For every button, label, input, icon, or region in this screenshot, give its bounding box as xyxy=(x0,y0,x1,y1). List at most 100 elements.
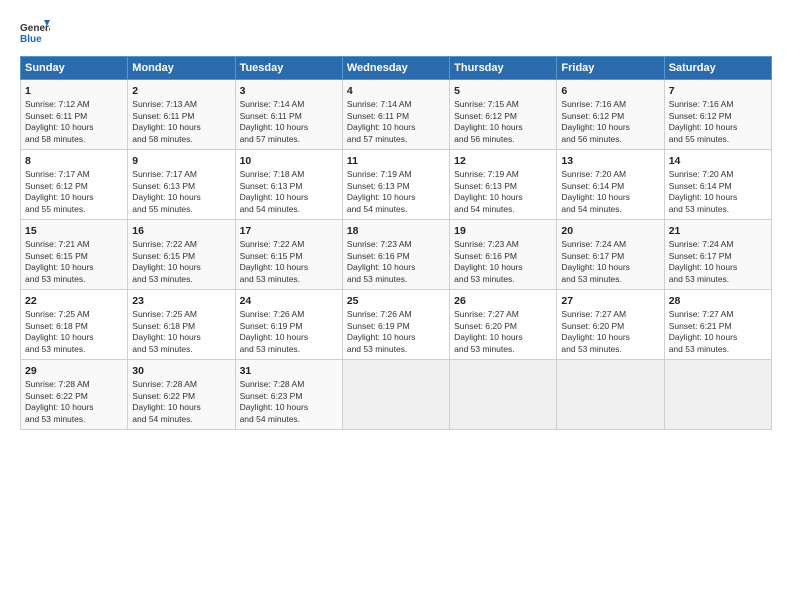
day-info: Sunrise: 7:19 AM Sunset: 6:13 PM Dayligh… xyxy=(454,169,552,215)
day-cell-27: 27Sunrise: 7:27 AM Sunset: 6:20 PM Dayli… xyxy=(557,290,664,360)
week-row-1: 1Sunrise: 7:12 AM Sunset: 6:11 PM Daylig… xyxy=(21,80,772,150)
week-row-3: 15Sunrise: 7:21 AM Sunset: 6:15 PM Dayli… xyxy=(21,220,772,290)
day-cell-empty xyxy=(342,360,449,430)
day-number: 1 xyxy=(25,84,123,98)
day-number: 10 xyxy=(240,154,338,168)
day-info: Sunrise: 7:16 AM Sunset: 6:12 PM Dayligh… xyxy=(669,99,767,145)
day-number: 31 xyxy=(240,364,338,378)
day-info: Sunrise: 7:16 AM Sunset: 6:12 PM Dayligh… xyxy=(561,99,659,145)
day-cell-26: 26Sunrise: 7:27 AM Sunset: 6:20 PM Dayli… xyxy=(450,290,557,360)
col-header-tuesday: Tuesday xyxy=(235,57,342,80)
day-number: 7 xyxy=(669,84,767,98)
col-header-sunday: Sunday xyxy=(21,57,128,80)
day-info: Sunrise: 7:14 AM Sunset: 6:11 PM Dayligh… xyxy=(240,99,338,145)
day-number: 5 xyxy=(454,84,552,98)
day-cell-30: 30Sunrise: 7:28 AM Sunset: 6:22 PM Dayli… xyxy=(128,360,235,430)
day-number: 15 xyxy=(25,224,123,238)
day-number: 21 xyxy=(669,224,767,238)
day-number: 6 xyxy=(561,84,659,98)
day-cell-1: 1Sunrise: 7:12 AM Sunset: 6:11 PM Daylig… xyxy=(21,80,128,150)
day-cell-8: 8Sunrise: 7:17 AM Sunset: 6:12 PM Daylig… xyxy=(21,150,128,220)
col-header-thursday: Thursday xyxy=(450,57,557,80)
day-number: 3 xyxy=(240,84,338,98)
logo: General Blue xyxy=(20,18,50,48)
day-info: Sunrise: 7:18 AM Sunset: 6:13 PM Dayligh… xyxy=(240,169,338,215)
day-info: Sunrise: 7:17 AM Sunset: 6:12 PM Dayligh… xyxy=(25,169,123,215)
day-cell-13: 13Sunrise: 7:20 AM Sunset: 6:14 PM Dayli… xyxy=(557,150,664,220)
day-number: 11 xyxy=(347,154,445,168)
logo-text-block: General Blue xyxy=(20,18,50,48)
day-cell-18: 18Sunrise: 7:23 AM Sunset: 6:16 PM Dayli… xyxy=(342,220,449,290)
day-info: Sunrise: 7:27 AM Sunset: 6:20 PM Dayligh… xyxy=(561,309,659,355)
day-info: Sunrise: 7:28 AM Sunset: 6:23 PM Dayligh… xyxy=(240,379,338,425)
week-row-2: 8Sunrise: 7:17 AM Sunset: 6:12 PM Daylig… xyxy=(21,150,772,220)
day-info: Sunrise: 7:25 AM Sunset: 6:18 PM Dayligh… xyxy=(25,309,123,355)
header: General Blue xyxy=(20,18,772,48)
svg-text:General: General xyxy=(20,23,50,34)
day-info: Sunrise: 7:20 AM Sunset: 6:14 PM Dayligh… xyxy=(669,169,767,215)
day-info: Sunrise: 7:22 AM Sunset: 6:15 PM Dayligh… xyxy=(132,239,230,285)
day-number: 9 xyxy=(132,154,230,168)
day-cell-empty xyxy=(450,360,557,430)
week-row-5: 29Sunrise: 7:28 AM Sunset: 6:22 PM Dayli… xyxy=(21,360,772,430)
day-number: 14 xyxy=(669,154,767,168)
day-cell-empty xyxy=(664,360,771,430)
col-header-friday: Friday xyxy=(557,57,664,80)
day-number: 16 xyxy=(132,224,230,238)
day-cell-4: 4Sunrise: 7:14 AM Sunset: 6:11 PM Daylig… xyxy=(342,80,449,150)
day-cell-3: 3Sunrise: 7:14 AM Sunset: 6:11 PM Daylig… xyxy=(235,80,342,150)
day-number: 12 xyxy=(454,154,552,168)
day-info: Sunrise: 7:27 AM Sunset: 6:21 PM Dayligh… xyxy=(669,309,767,355)
day-cell-29: 29Sunrise: 7:28 AM Sunset: 6:22 PM Dayli… xyxy=(21,360,128,430)
day-info: Sunrise: 7:13 AM Sunset: 6:11 PM Dayligh… xyxy=(132,99,230,145)
day-info: Sunrise: 7:23 AM Sunset: 6:16 PM Dayligh… xyxy=(454,239,552,285)
day-number: 30 xyxy=(132,364,230,378)
day-cell-25: 25Sunrise: 7:26 AM Sunset: 6:19 PM Dayli… xyxy=(342,290,449,360)
day-info: Sunrise: 7:17 AM Sunset: 6:13 PM Dayligh… xyxy=(132,169,230,215)
day-cell-28: 28Sunrise: 7:27 AM Sunset: 6:21 PM Dayli… xyxy=(664,290,771,360)
day-info: Sunrise: 7:20 AM Sunset: 6:14 PM Dayligh… xyxy=(561,169,659,215)
day-info: Sunrise: 7:22 AM Sunset: 6:15 PM Dayligh… xyxy=(240,239,338,285)
day-cell-22: 22Sunrise: 7:25 AM Sunset: 6:18 PM Dayli… xyxy=(21,290,128,360)
day-cell-24: 24Sunrise: 7:26 AM Sunset: 6:19 PM Dayli… xyxy=(235,290,342,360)
day-info: Sunrise: 7:24 AM Sunset: 6:17 PM Dayligh… xyxy=(561,239,659,285)
day-cell-31: 31Sunrise: 7:28 AM Sunset: 6:23 PM Dayli… xyxy=(235,360,342,430)
day-info: Sunrise: 7:28 AM Sunset: 6:22 PM Dayligh… xyxy=(132,379,230,425)
day-cell-12: 12Sunrise: 7:19 AM Sunset: 6:13 PM Dayli… xyxy=(450,150,557,220)
day-number: 20 xyxy=(561,224,659,238)
day-number: 27 xyxy=(561,294,659,308)
day-cell-16: 16Sunrise: 7:22 AM Sunset: 6:15 PM Dayli… xyxy=(128,220,235,290)
day-cell-17: 17Sunrise: 7:22 AM Sunset: 6:15 PM Dayli… xyxy=(235,220,342,290)
day-number: 23 xyxy=(132,294,230,308)
day-info: Sunrise: 7:14 AM Sunset: 6:11 PM Dayligh… xyxy=(347,99,445,145)
day-info: Sunrise: 7:19 AM Sunset: 6:13 PM Dayligh… xyxy=(347,169,445,215)
day-number: 2 xyxy=(132,84,230,98)
day-number: 26 xyxy=(454,294,552,308)
day-number: 4 xyxy=(347,84,445,98)
day-cell-6: 6Sunrise: 7:16 AM Sunset: 6:12 PM Daylig… xyxy=(557,80,664,150)
day-cell-2: 2Sunrise: 7:13 AM Sunset: 6:11 PM Daylig… xyxy=(128,80,235,150)
day-cell-5: 5Sunrise: 7:15 AM Sunset: 6:12 PM Daylig… xyxy=(450,80,557,150)
day-info: Sunrise: 7:15 AM Sunset: 6:12 PM Dayligh… xyxy=(454,99,552,145)
day-info: Sunrise: 7:23 AM Sunset: 6:16 PM Dayligh… xyxy=(347,239,445,285)
day-cell-empty xyxy=(557,360,664,430)
day-cell-10: 10Sunrise: 7:18 AM Sunset: 6:13 PM Dayli… xyxy=(235,150,342,220)
day-info: Sunrise: 7:21 AM Sunset: 6:15 PM Dayligh… xyxy=(25,239,123,285)
day-info: Sunrise: 7:27 AM Sunset: 6:20 PM Dayligh… xyxy=(454,309,552,355)
logo-graphic: General Blue xyxy=(20,18,50,48)
col-header-wednesday: Wednesday xyxy=(342,57,449,80)
day-number: 24 xyxy=(240,294,338,308)
week-row-4: 22Sunrise: 7:25 AM Sunset: 6:18 PM Dayli… xyxy=(21,290,772,360)
header-row: SundayMondayTuesdayWednesdayThursdayFrid… xyxy=(21,57,772,80)
calendar-table: SundayMondayTuesdayWednesdayThursdayFrid… xyxy=(20,56,772,430)
day-cell-19: 19Sunrise: 7:23 AM Sunset: 6:16 PM Dayli… xyxy=(450,220,557,290)
day-number: 22 xyxy=(25,294,123,308)
day-number: 8 xyxy=(25,154,123,168)
day-cell-7: 7Sunrise: 7:16 AM Sunset: 6:12 PM Daylig… xyxy=(664,80,771,150)
col-header-monday: Monday xyxy=(128,57,235,80)
day-cell-9: 9Sunrise: 7:17 AM Sunset: 6:13 PM Daylig… xyxy=(128,150,235,220)
day-info: Sunrise: 7:26 AM Sunset: 6:19 PM Dayligh… xyxy=(347,309,445,355)
day-cell-20: 20Sunrise: 7:24 AM Sunset: 6:17 PM Dayli… xyxy=(557,220,664,290)
day-number: 25 xyxy=(347,294,445,308)
day-number: 17 xyxy=(240,224,338,238)
